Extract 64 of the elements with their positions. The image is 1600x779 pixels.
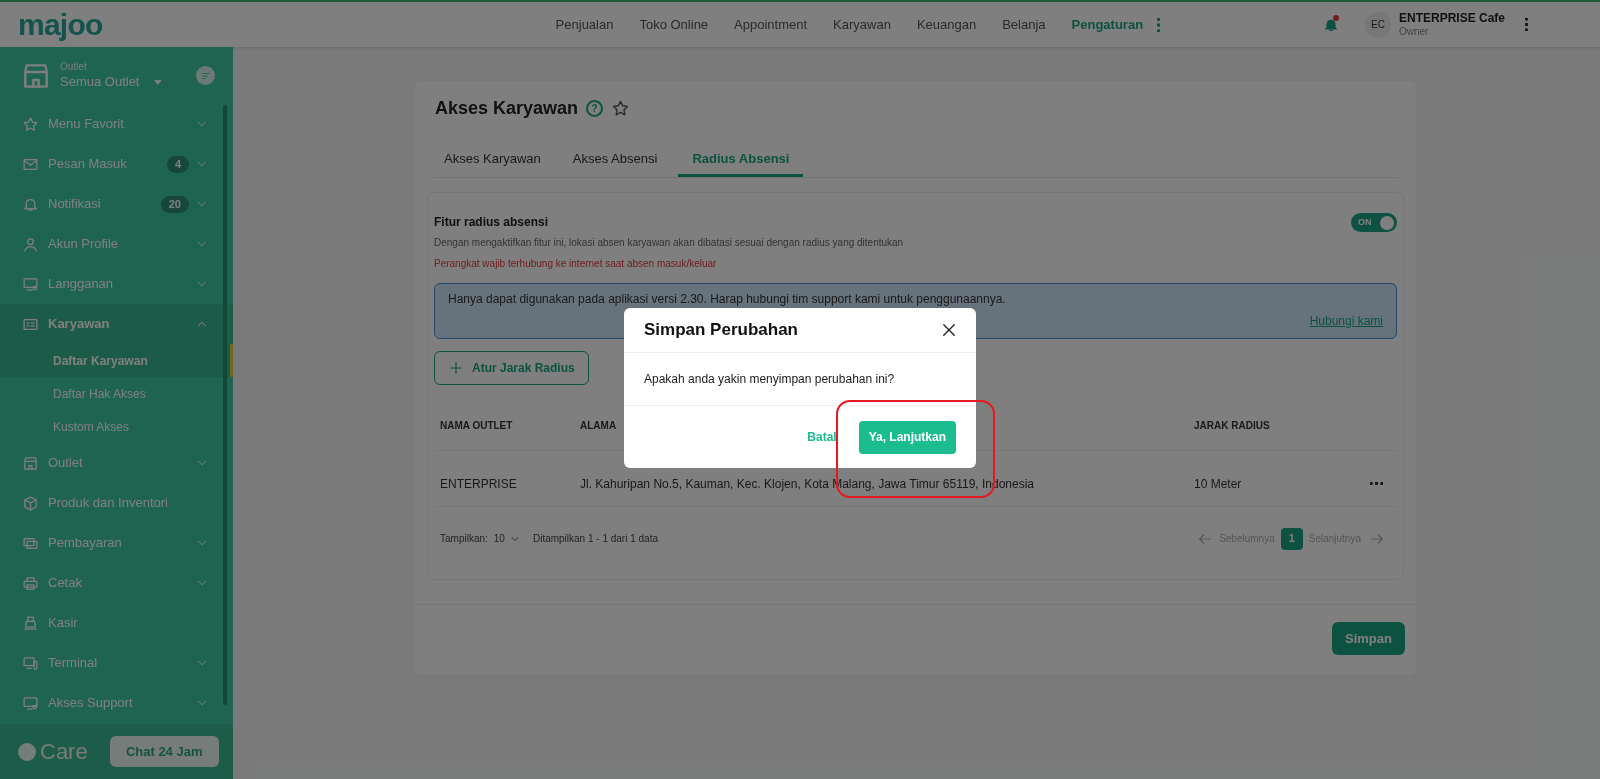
confirm-button[interactable]: Ya, Lanjutkan — [858, 420, 956, 454]
help-icon[interactable]: ? — [586, 100, 604, 117]
outlet-label: Outlet — [60, 61, 88, 74]
table-cell-text: 10 Meter — [1194, 475, 1243, 493]
user-role: Owner — [1398, 25, 1430, 39]
count-badge: 4 — [166, 155, 189, 173]
notification-button[interactable] — [1322, 16, 1339, 33]
close-button[interactable] — [940, 321, 958, 339]
monitor-gear-icon — [22, 275, 39, 293]
add-radius-button[interactable]: Atur Jarak Radius — [434, 351, 589, 385]
page-title: Akses Karyawan — [435, 97, 579, 120]
page-number[interactable]: 1 — [1280, 527, 1303, 550]
care-logo: Care — [18, 740, 88, 763]
dialog-message: Apakah anda yakin menyimpan perubahan ini? — [644, 371, 895, 388]
page-size-dropdown[interactable]: 10 — [493, 531, 521, 546]
contact-link[interactable]: Hubungi kami — [1309, 312, 1383, 330]
feature-description: Dengan mengaktifkan fitur ini, lokasi absen karyawan akan dibatasi sesuai dengan radius yang ditentukan — [434, 236, 904, 250]
user-name: ENTERPRISE Cafe — [1398, 10, 1505, 26]
tab[interactable]: Akses Karyawan — [433, 144, 552, 177]
nav-link[interactable]: Pengaturan — [1071, 14, 1144, 35]
tab[interactable]: Radius Absensi — [678, 144, 804, 177]
table-cell-text: ENTERPRISE — [439, 475, 518, 493]
star-icon — [22, 115, 39, 133]
nav-link[interactable]: Belanja — [1002, 14, 1046, 35]
sidebar-item[interactable]: Akses Support — [0, 683, 233, 723]
feature-title: Fitur radius absensi — [434, 214, 550, 231]
chat-button[interactable]: Chat 24 Jam — [109, 736, 219, 767]
cash-register-icon — [22, 614, 39, 632]
avatar: EC — [1364, 11, 1391, 38]
store-icon — [22, 454, 39, 472]
nav-link[interactable]: Karyawan — [833, 14, 891, 35]
nav-link[interactable]: Keuangan — [916, 14, 977, 35]
person-icon — [22, 235, 39, 253]
more-horizontal-icon — [1370, 482, 1383, 485]
submenu-item[interactable]: Daftar Karyawan — [0, 344, 233, 377]
column-header: NAMA OUTLET — [439, 419, 514, 433]
star-icon — [611, 99, 631, 118]
info-text: Hanya dapat digunakan pada aplikasi versi 2.30. Harap hubungi tim support kami untuk penggunaannya. — [448, 291, 1007, 308]
nav-link[interactable]: Toko Online — [639, 14, 709, 35]
cancel-button[interactable]: Batal — [807, 428, 837, 446]
save-button[interactable]: Simpan — [1332, 622, 1405, 655]
pagination-summary: Ditampilkan 1 - 1 dari 1 data — [532, 532, 658, 546]
plus-icon — [448, 360, 464, 376]
monitor-gear-icon — [22, 694, 39, 712]
tab[interactable]: Akses Absensi — [561, 144, 669, 177]
toggle-switch[interactable]: ON — [1351, 213, 1397, 232]
column-header: JARAK RADIUS — [1194, 419, 1270, 433]
printer-icon — [22, 574, 39, 592]
nav-link[interactable]: Penjualan — [555, 14, 614, 35]
page-size-label: Tampilkan: — [440, 532, 488, 546]
more-vertical-icon — [1157, 17, 1161, 32]
box-icon — [22, 494, 39, 512]
count-badge: 20 — [160, 195, 189, 213]
outlet-dropdown[interactable]: Semua Outlet — [60, 73, 164, 90]
dialog-title: Simpan Perubahan — [644, 319, 798, 342]
majoo-logo: majoo — [18, 9, 103, 40]
collapse-button[interactable] — [196, 66, 215, 85]
nav-link[interactable]: Appointment — [734, 14, 808, 35]
terminal-icon — [22, 654, 39, 672]
more-vertical-icon — [1525, 18, 1528, 31]
warning-text: Perangkat wajib terhubung ke internet saat absen masuk/keluar — [434, 257, 718, 271]
close-icon — [940, 321, 958, 339]
sidebar-item[interactable]: Karyawan — [0, 304, 233, 344]
column-header: ALAMA — [580, 419, 618, 433]
